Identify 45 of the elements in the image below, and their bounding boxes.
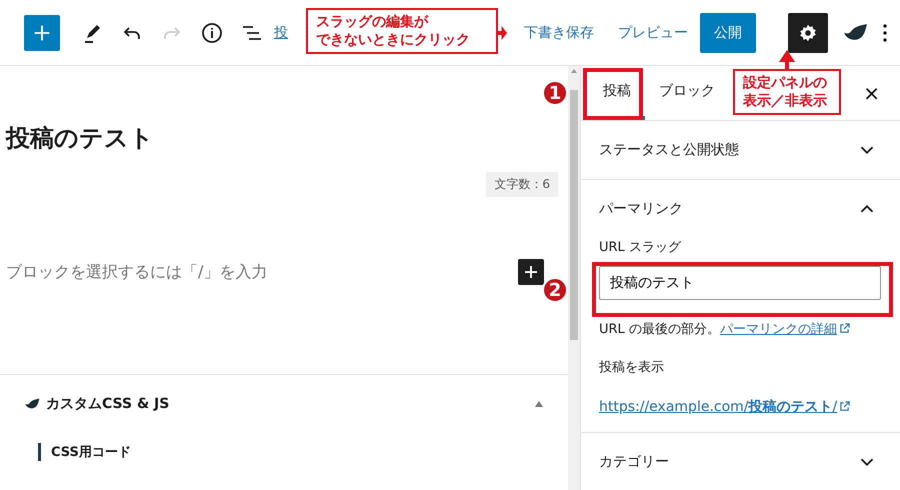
word-count: 文字数：6 — [486, 172, 558, 197]
permalink-details-link[interactable]: パーマリンクの詳細 — [720, 322, 837, 337]
panel-title: カテゴリー — [599, 453, 669, 471]
info-icon — [200, 20, 224, 44]
field-label: CSS用コード — [38, 443, 544, 461]
external-link-icon — [838, 323, 850, 334]
preview-button[interactable]: プレビュー — [614, 24, 692, 42]
number-badge: 2 — [542, 277, 568, 303]
help-text: URL の最後の部分。 — [599, 322, 720, 337]
callout: 設定パネルの 表示／非表示 — [733, 69, 841, 115]
collapse-toggle-icon[interactable] — [534, 400, 544, 408]
publish-button[interactable]: 公開 — [700, 12, 756, 52]
scrollbar-thumb[interactable] — [570, 90, 578, 340]
block-placeholder[interactable]: ブロックを選択するには「/」を入力 — [6, 262, 268, 282]
highlight-frame — [583, 68, 643, 120]
kebab-menu-icon — [882, 22, 888, 42]
number-badge: 1 — [542, 80, 568, 106]
plus-icon — [522, 263, 540, 281]
slug-label: URL スラッグ — [599, 239, 682, 256]
panel-header[interactable]: カテゴリー — [581, 433, 900, 490]
plugin-button[interactable] — [842, 22, 868, 42]
external-link-icon — [839, 401, 850, 412]
close-button[interactable]: × — [843, 66, 900, 120]
callout: スラッグの編集が できないときにクリック — [306, 8, 498, 54]
panel-title: ステータスと公開状態 — [599, 141, 739, 159]
panel-title: パーマリンク — [599, 200, 683, 218]
pointer-arrow — [779, 50, 795, 69]
view-post-label: 投稿を表示 — [599, 359, 665, 376]
sidebar-tab[interactable]: ブロック — [645, 66, 729, 120]
save-draft-button[interactable]: 下書き保存 — [520, 24, 598, 42]
settings-button[interactable] — [788, 12, 828, 52]
sidebar-tab[interactable]: 投稿 — [589, 66, 645, 120]
pointer-arrow — [497, 26, 507, 40]
post-link[interactable]: 投 — [274, 24, 288, 42]
slug-input[interactable]: 投稿のテスト — [599, 266, 881, 300]
panel-header[interactable]: ステータスと公開状態 — [581, 121, 900, 179]
meta-box-title: カスタムCSS & JS — [46, 395, 170, 413]
leaf-logo-icon — [24, 398, 40, 410]
info-button[interactable] — [200, 20, 224, 44]
scrollbar[interactable] — [568, 66, 580, 490]
more-options-button[interactable] — [882, 22, 888, 42]
panel-header[interactable]: パーマリンク — [581, 180, 900, 238]
post-title[interactable]: 投稿のテスト — [6, 122, 558, 154]
leaf-logo-icon — [842, 22, 868, 42]
add-block-button[interactable] — [518, 259, 544, 285]
